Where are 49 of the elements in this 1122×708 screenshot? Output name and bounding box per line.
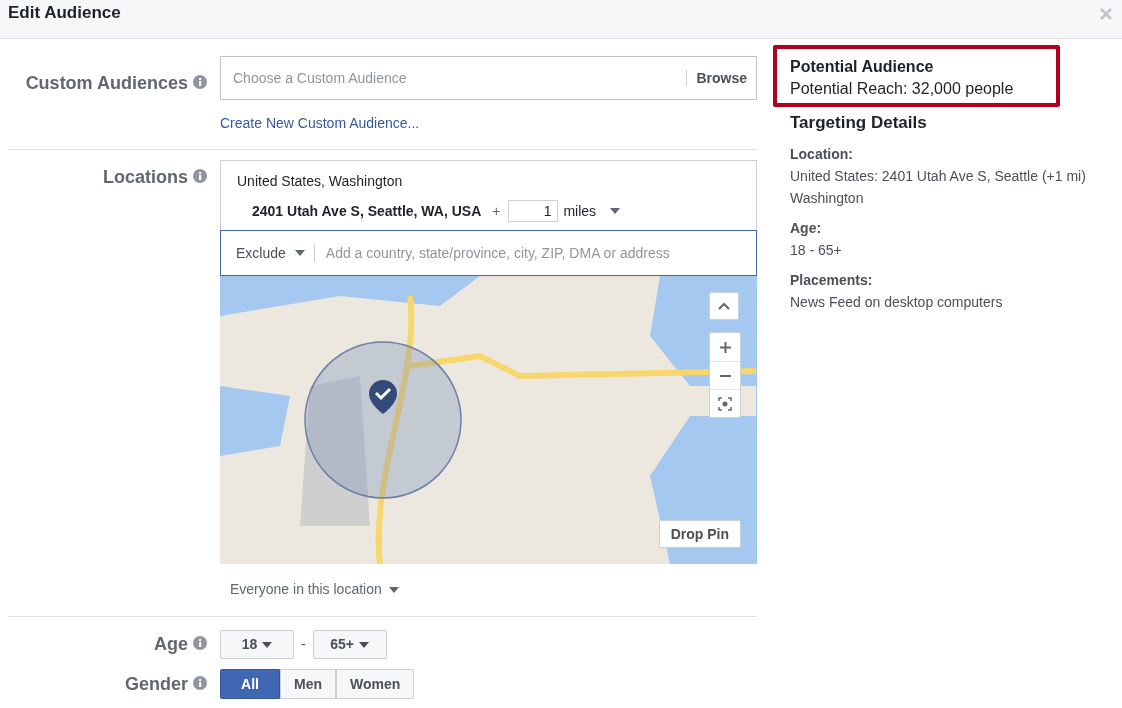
caret-icon [610, 208, 621, 214]
chevron-up-icon [718, 302, 730, 310]
field-label: Custom Audiences [25, 72, 188, 95]
info-icon[interactable] [193, 636, 207, 650]
detail-heading: Placements: [790, 271, 874, 290]
dialog-title: Edit Audience [8, 2, 121, 25]
browse-link[interactable]: Browse [687, 67, 756, 89]
gender-option[interactable]: Women [336, 669, 415, 699]
plus-sign: + [492, 201, 501, 221]
exclude-dropdown[interactable]: Exclude [221, 242, 314, 264]
detail-value: United States: 2401 Utah Ave S, Seattle (+1 mi) [790, 167, 1087, 186]
location-search-field[interactable]: Exclude Add a country, state/province, city, ZIP, DMA or address [220, 230, 757, 276]
caret-icon [388, 586, 399, 593]
drop-pin-button[interactable]: Drop Pin [658, 520, 741, 548]
age-dropdown[interactable]: 65+ [312, 630, 387, 659]
potential-reach: Potential Reach: 32,000 people [790, 79, 1015, 99]
field-label: Age [154, 633, 188, 656]
close-icon[interactable] [1100, 8, 1112, 20]
location-item: United States, Washington [236, 172, 404, 191]
info-icon[interactable] [193, 75, 207, 89]
info-icon[interactable] [193, 169, 207, 183]
age-dropdown[interactable]: 18 [220, 630, 294, 659]
detail-value: Washington [790, 189, 865, 208]
detail-heading: Location: [790, 145, 854, 164]
detail-value: News Feed on desktop computers [790, 293, 1004, 312]
field-label: Locations [103, 166, 188, 189]
gender-option[interactable]: All [220, 669, 280, 699]
detail-heading: Age: [790, 219, 823, 238]
location-item: 2401 Utah Ave S, Seattle, WA, USA [252, 201, 482, 221]
gender-option[interactable]: Men [280, 669, 336, 699]
potential-audience-title: Potential Audience [790, 57, 935, 77]
caret-icon [262, 641, 273, 648]
audience-type-dropdown[interactable]: Everyone in this location [230, 579, 399, 600]
field-label: Gender [124, 672, 188, 696]
focus-icon [718, 396, 732, 411]
custom-audience-field[interactable]: Choose a Custom Audience Browse [220, 56, 757, 100]
caret-icon [294, 250, 305, 256]
map[interactable]: Drop Pin [220, 276, 757, 564]
collapse-map-button[interactable] [709, 292, 739, 320]
radius-field[interactable]: 1 [508, 200, 559, 222]
info-icon[interactable] [193, 675, 207, 690]
minus-icon [719, 374, 731, 377]
create-audience-link[interactable]: Create New Custom Audience... [220, 115, 420, 131]
plus-icon [719, 341, 731, 353]
detail-value: 18 - 65+ [790, 241, 843, 260]
unit-dropdown[interactable]: miles [563, 200, 621, 222]
caret-icon [359, 641, 370, 648]
targeting-details-title: Targeting Details [790, 112, 928, 134]
range-separator: - [301, 635, 306, 654]
